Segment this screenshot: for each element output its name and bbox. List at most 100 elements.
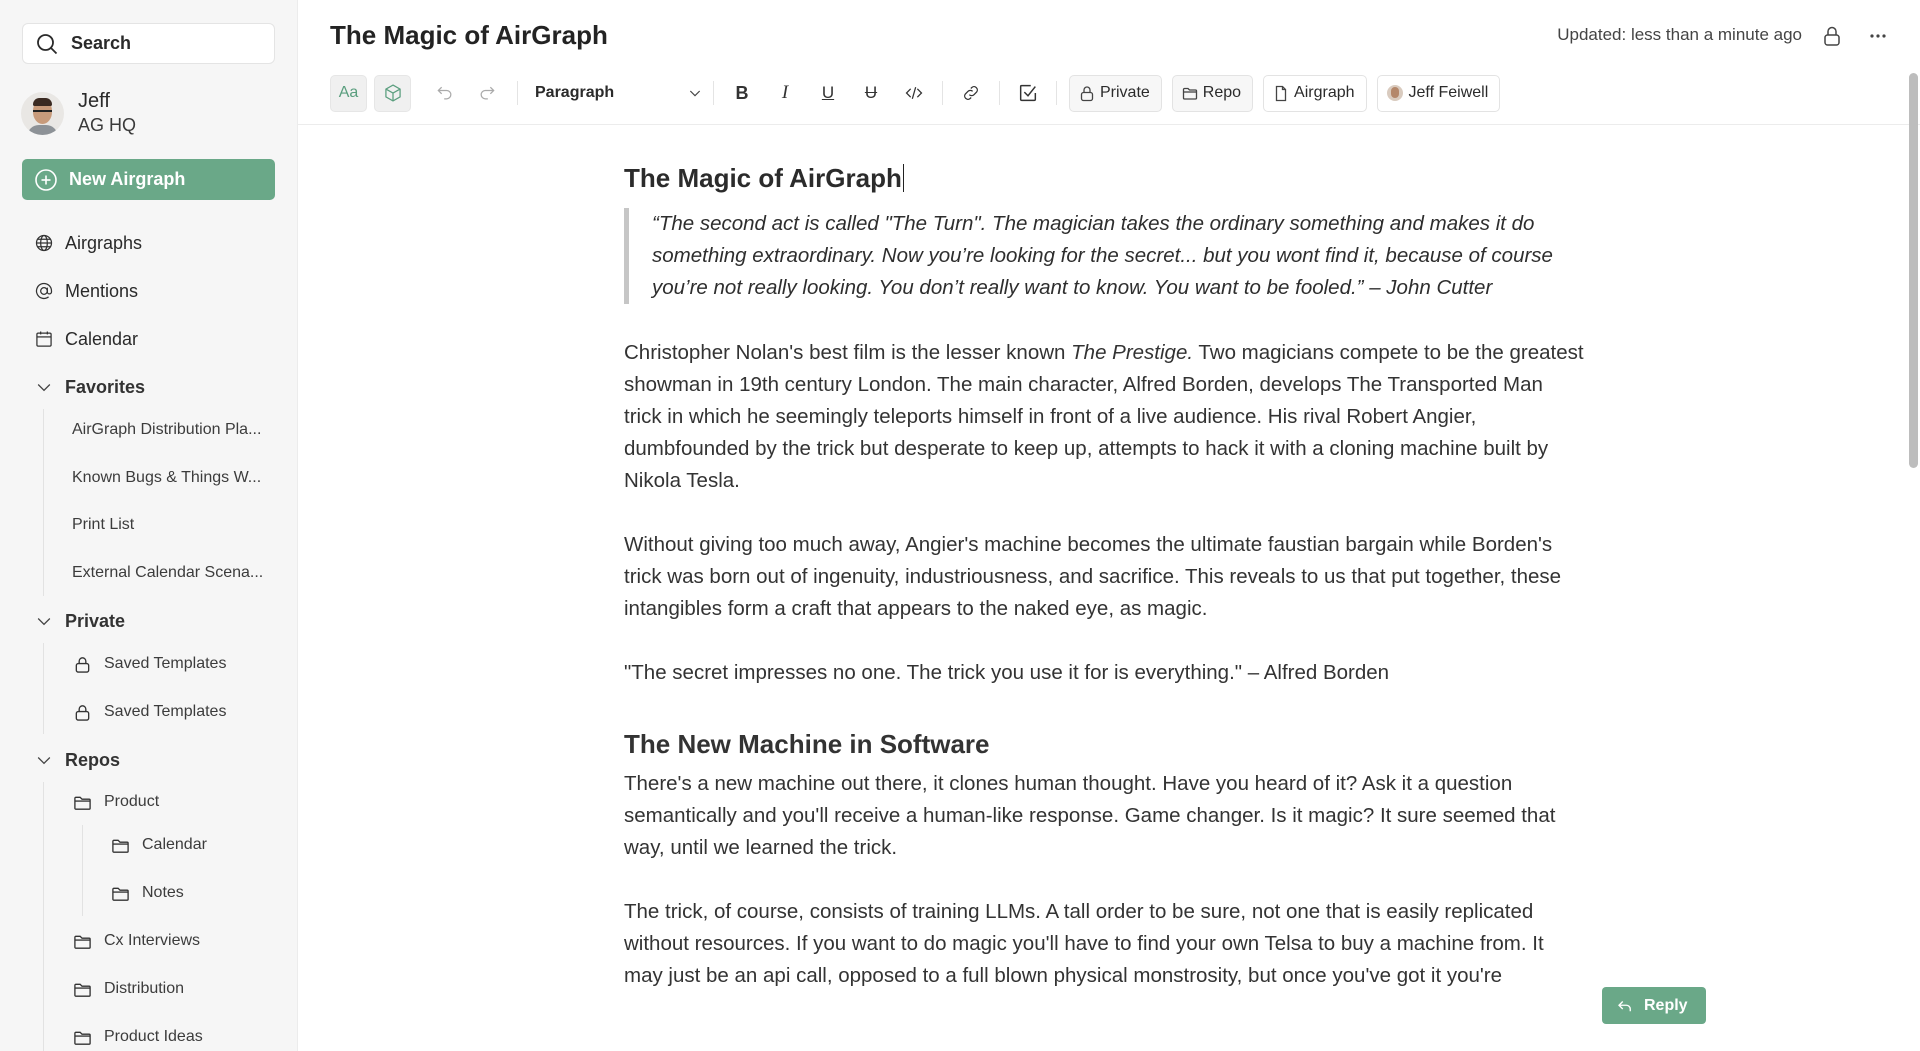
vertical-scrollbar[interactable] xyxy=(1909,73,1918,468)
private-item-label: Saved Templates xyxy=(104,703,227,720)
toolbar-divider xyxy=(999,81,1000,105)
document-icon xyxy=(1275,85,1287,101)
repo-chip[interactable]: Repo xyxy=(1171,74,1254,112)
text-cursor xyxy=(902,164,904,192)
editor-toolbar: Aa Paragraph B I U U Private Repo Airgra… xyxy=(330,74,1501,112)
author-avatar xyxy=(1386,85,1403,101)
bold-icon: B xyxy=(735,82,749,103)
tree-guide-line xyxy=(43,409,44,596)
folder-icon xyxy=(112,839,129,853)
workspace-name: AG HQ xyxy=(78,115,137,135)
reply-icon xyxy=(1618,1000,1631,1011)
search-input[interactable]: Search xyxy=(22,23,275,64)
sidebar: Search Jeff AG HQ New Airgraph Airgraphs… xyxy=(0,0,298,1051)
checklist-button[interactable] xyxy=(1016,81,1040,105)
code-button[interactable] xyxy=(902,81,926,105)
strikethrough-button[interactable]: U xyxy=(859,81,883,105)
user-name: Jeff xyxy=(78,90,110,112)
paragraph: There's a new machine out there, it clon… xyxy=(624,772,1556,859)
repo-item-label: Distribution xyxy=(104,980,185,997)
header-divider xyxy=(298,124,1920,125)
reply-label: Reply xyxy=(1644,996,1688,1014)
lock-icon xyxy=(1080,85,1094,101)
paragraph: "The secret impresses no one. The trick … xyxy=(624,661,1390,684)
reply-button[interactable]: Reply xyxy=(1602,987,1706,1024)
tree-guide-line xyxy=(82,825,83,916)
chevron-down-icon xyxy=(37,618,51,626)
repo-item-label: Product xyxy=(104,793,160,810)
emphasis-text: The Prestige. xyxy=(1071,341,1194,364)
repo-item-label: Notes xyxy=(142,884,184,901)
search-icon xyxy=(37,33,58,54)
paragraph: The trick, of course, consists of traini… xyxy=(624,900,1544,987)
sidebar-item-calendar[interactable]: Calendar xyxy=(34,325,138,353)
user-profile[interactable]: Jeff AG HQ xyxy=(21,89,136,137)
strikethrough-icon: U xyxy=(864,83,878,102)
globe-icon xyxy=(35,234,53,252)
blocks-button[interactable] xyxy=(374,74,411,112)
block-format-select[interactable]: Paragraph xyxy=(535,84,703,102)
editor-pane: The Magic of AirGraph Updated: less than… xyxy=(298,0,1920,1051)
document-title-heading[interactable]: The Magic of AirGraph xyxy=(624,160,1584,196)
favorite-item-label: AirGraph Distribution Pla... xyxy=(72,421,262,438)
author-chip[interactable]: Jeff Feiwell xyxy=(1376,74,1501,112)
sidebar-item-label: Mentions xyxy=(65,280,139,301)
underline-button[interactable]: U xyxy=(816,81,840,105)
lock-icon xyxy=(75,705,90,721)
cube-icon xyxy=(384,84,401,102)
folder-icon xyxy=(112,887,129,901)
block-format-value: Paragraph xyxy=(535,84,615,101)
lock-icon[interactable] xyxy=(1821,24,1843,48)
lock-icon xyxy=(75,657,90,673)
favorites-label: Favorites xyxy=(65,376,146,397)
search-label: Search xyxy=(71,33,132,53)
paragraph-text: Christopher Nolan's best film is the les… xyxy=(624,341,1072,364)
blockquote: “The second act is called "The Turn". Th… xyxy=(624,208,1584,304)
private-item-label: Saved Templates xyxy=(104,655,227,672)
paragraph: Christopher Nolan's best film is the les… xyxy=(624,337,1584,497)
chevron-down-icon xyxy=(37,757,51,765)
sidebar-item-airgraphs[interactable]: Airgraphs xyxy=(34,229,142,257)
private-section-toggle[interactable]: Private xyxy=(34,607,125,635)
favorite-item-label: Known Bugs & Things W... xyxy=(72,469,262,486)
doc-type-label: Airgraph xyxy=(1294,84,1355,101)
tree-guide-line xyxy=(43,782,44,1051)
chevron-down-icon xyxy=(689,90,701,97)
more-options-icon[interactable] xyxy=(1866,24,1890,48)
favorites-section-toggle[interactable]: Favorites xyxy=(34,373,145,401)
favorite-item-label: Print List xyxy=(72,516,135,533)
toolbar-divider xyxy=(517,81,518,105)
link-button[interactable] xyxy=(959,81,983,105)
tree-guide-line xyxy=(43,643,44,734)
repo-item-label: Calendar xyxy=(142,836,207,853)
code-icon xyxy=(905,86,923,100)
italic-icon: I xyxy=(781,82,789,103)
document-body[interactable]: The Magic of AirGraph “The second act is… xyxy=(624,160,1584,992)
favorite-item-label: External Calendar Scena... xyxy=(72,564,264,581)
paragraph: Without giving too much away, Angier's m… xyxy=(624,533,1562,620)
sidebar-item-label: Airgraphs xyxy=(65,232,143,253)
bold-button[interactable]: B xyxy=(730,81,754,105)
folder-icon xyxy=(1182,87,1197,100)
redo-button[interactable] xyxy=(475,81,499,105)
repo-item-label: Cx Interviews xyxy=(104,932,201,949)
repo-label: Repo xyxy=(1202,84,1242,101)
new-airgraph-button[interactable]: New Airgraph xyxy=(22,159,275,200)
section-heading: The New Machine in Software xyxy=(624,729,990,759)
avatar xyxy=(21,91,64,135)
document-title-text: The Magic of AirGraph xyxy=(624,163,902,193)
undo-icon xyxy=(437,86,452,100)
calendar-icon xyxy=(36,331,52,347)
repo-item-label: Product Ideas xyxy=(104,1028,203,1045)
folder-icon xyxy=(74,935,91,949)
text-style-button[interactable]: Aa xyxy=(330,74,367,112)
sidebar-item-mentions[interactable]: Mentions xyxy=(34,277,138,305)
undo-button[interactable] xyxy=(433,81,457,105)
italic-button[interactable]: I xyxy=(773,81,797,105)
visibility-chip[interactable]: Private xyxy=(1069,74,1162,112)
text-style-label: Aa xyxy=(338,84,359,101)
visibility-label: Private xyxy=(1100,84,1150,101)
underline-icon: U xyxy=(821,83,835,102)
doc-type-chip[interactable]: Airgraph xyxy=(1263,74,1367,112)
repos-section-toggle[interactable]: Repos xyxy=(34,746,120,774)
